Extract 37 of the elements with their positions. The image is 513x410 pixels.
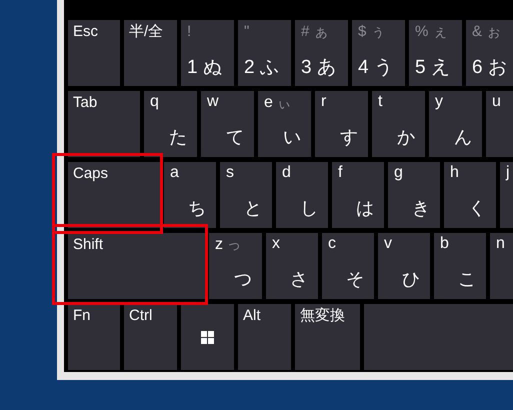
keyboard-key[interactable]: Tab [68,91,140,157]
keyboard-key[interactable]: r す [315,91,368,157]
keyboard-key[interactable]: $ ぅ 4 う [352,20,405,86]
keyboard-key[interactable]: x さ [266,233,318,299]
keyboard-key[interactable]: s と [220,162,272,228]
keyboard-key[interactable]: ! 1 ぬ [181,20,234,86]
keyboard-key[interactable]: # ぁ 3 あ [295,20,348,86]
keyboard-key[interactable]: % ぇ 5 え [409,20,462,86]
keyboard-key[interactable]: w て [201,91,254,157]
keyboard-key[interactable]: 無変換 [295,304,360,370]
keyboard-key[interactable]: f は [332,162,384,228]
keyboard-key[interactable]: h く [444,162,496,228]
keyboard-key[interactable]: Esc [68,20,120,86]
keyboard-key[interactable]: Ctrl [124,304,177,370]
keyboard-key[interactable]: n [490,233,513,299]
keyboard-key[interactable]: Shift [68,233,205,299]
keyboard-key[interactable]: v ひ [378,233,430,299]
keyboard-key[interactable]: b こ [434,233,486,299]
keyboard-key[interactable]: c そ [322,233,374,299]
keyboard-key[interactable]: q た [144,91,197,157]
windows-icon [201,330,214,344]
keyboard-key[interactable] [181,304,234,370]
keyboard-key[interactable]: Fn [68,304,120,370]
keyboard-key[interactable]: 半/全 [124,20,177,86]
keyboard-key[interactable]: Caps [68,162,160,228]
keyboard-key[interactable]: & ぉ 6 お [466,20,513,86]
keyboard-key[interactable]: a ち [164,162,216,228]
keyboard-key[interactable]: Alt [238,304,291,370]
keyboard-key[interactable]: z っ つ [209,233,262,299]
keyboard-key[interactable]: t か [372,91,425,157]
keyboard-key[interactable]: e ぃ い [258,91,311,157]
keyboard-key[interactable]: d し [276,162,328,228]
keyboard-key[interactable]: j [500,162,513,228]
keyboard-key[interactable]: u [486,91,513,157]
keyboard-key[interactable]: " 2 ふ [238,20,291,86]
keyboard-key[interactable]: g き [388,162,440,228]
keyboard-key[interactable]: y ん [429,91,482,157]
